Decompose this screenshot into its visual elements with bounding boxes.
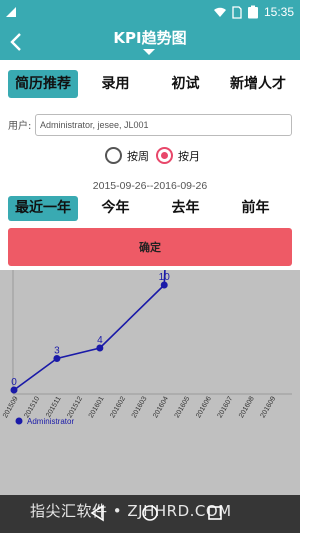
chart-canvas: 201509 201510 201511 201512 201601 201602 2016… [2, 270, 292, 426]
x-tick-label: 201609 [260, 395, 278, 419]
radio-by-month-label: 按月 [178, 150, 200, 163]
x-tick-label: 201601 [88, 395, 106, 419]
x-tick-label: 201509 [2, 395, 20, 419]
period-last-year[interactable]: 最近一年 [8, 196, 78, 221]
back-triangle-icon[interactable] [88, 503, 108, 523]
home-circle-icon[interactable] [140, 503, 160, 523]
radio-by-week-label: 按周 [127, 150, 149, 163]
watermark-text: 指尖汇软件 • ZJHHRD.COM [30, 502, 232, 520]
battery-icon [247, 5, 258, 19]
data-label: 3 [54, 346, 60, 357]
status-time: 15:35 [263, 5, 294, 19]
sim-icon [232, 5, 242, 19]
data-label: 10 [159, 272, 171, 283]
radio-checked-icon [156, 147, 173, 164]
x-tick-label: 201604 [152, 395, 170, 419]
series-line [13, 270, 166, 391]
tab-resume-recommend[interactable]: 简历推荐 [8, 70, 78, 98]
period-tabs: 最近一年 今年 去年 前年 [0, 196, 300, 221]
user-input[interactable] [35, 114, 292, 136]
x-tick-label: 201602 [109, 395, 127, 419]
user-label: 用户: [8, 121, 32, 132]
user-filter-row: 用户: [8, 114, 292, 136]
legend-marker [15, 417, 23, 425]
system-nav-bar: 指尖汇软件 • ZJHHRD.COM [0, 495, 300, 533]
radio-by-week[interactable]: 按周 [105, 146, 155, 166]
data-label: 0 [11, 377, 17, 388]
legend-label: Administrator [27, 417, 74, 426]
radio-by-month[interactable]: 按月 [156, 146, 206, 166]
x-tick-label: 201606 [195, 395, 213, 419]
x-tick-label: 201605 [174, 395, 192, 419]
confirm-button[interactable]: 确定 [8, 228, 292, 266]
kpi-line-chart: 201509 201510 201511 201512 201601 201602 2016… [0, 270, 300, 533]
tab-new-talent[interactable]: 新增人才 [222, 70, 294, 98]
x-tick-label: 201608 [238, 395, 256, 419]
radio-unchecked-icon [105, 147, 122, 164]
tab-hired[interactable]: 录用 [88, 70, 143, 98]
status-bar: 15:35 [0, 0, 300, 24]
app-bar: KPI趋势图 [0, 24, 300, 60]
date-range: 2015-09-26--2016-09-26 [92, 180, 208, 192]
period-previous-year[interactable]: 去年 [158, 196, 213, 221]
x-tick-label: 201512 [66, 395, 84, 419]
period-this-year[interactable]: 今年 [88, 196, 143, 221]
x-tick-label: 201603 [131, 395, 149, 419]
page-title[interactable]: KPI趋势图 [0, 27, 300, 48]
recent-square-icon[interactable] [205, 503, 225, 523]
x-tick-label: 201510 [23, 395, 41, 419]
x-tick-label: 201511 [45, 395, 63, 418]
data-label: 4 [97, 335, 103, 346]
period-year-before-last[interactable]: 前年 [228, 196, 283, 221]
granularity-radio-group: 按周 按月 [0, 146, 300, 166]
tab-first-interview[interactable]: 初试 [158, 70, 213, 98]
dropdown-caret-icon[interactable] [143, 49, 155, 55]
signal-icon [6, 7, 16, 17]
wifi-icon [213, 7, 226, 17]
kpi-tabs: 简历推荐 录用 初试 新增人才 [0, 70, 300, 98]
x-tick-label: 201607 [217, 395, 235, 419]
